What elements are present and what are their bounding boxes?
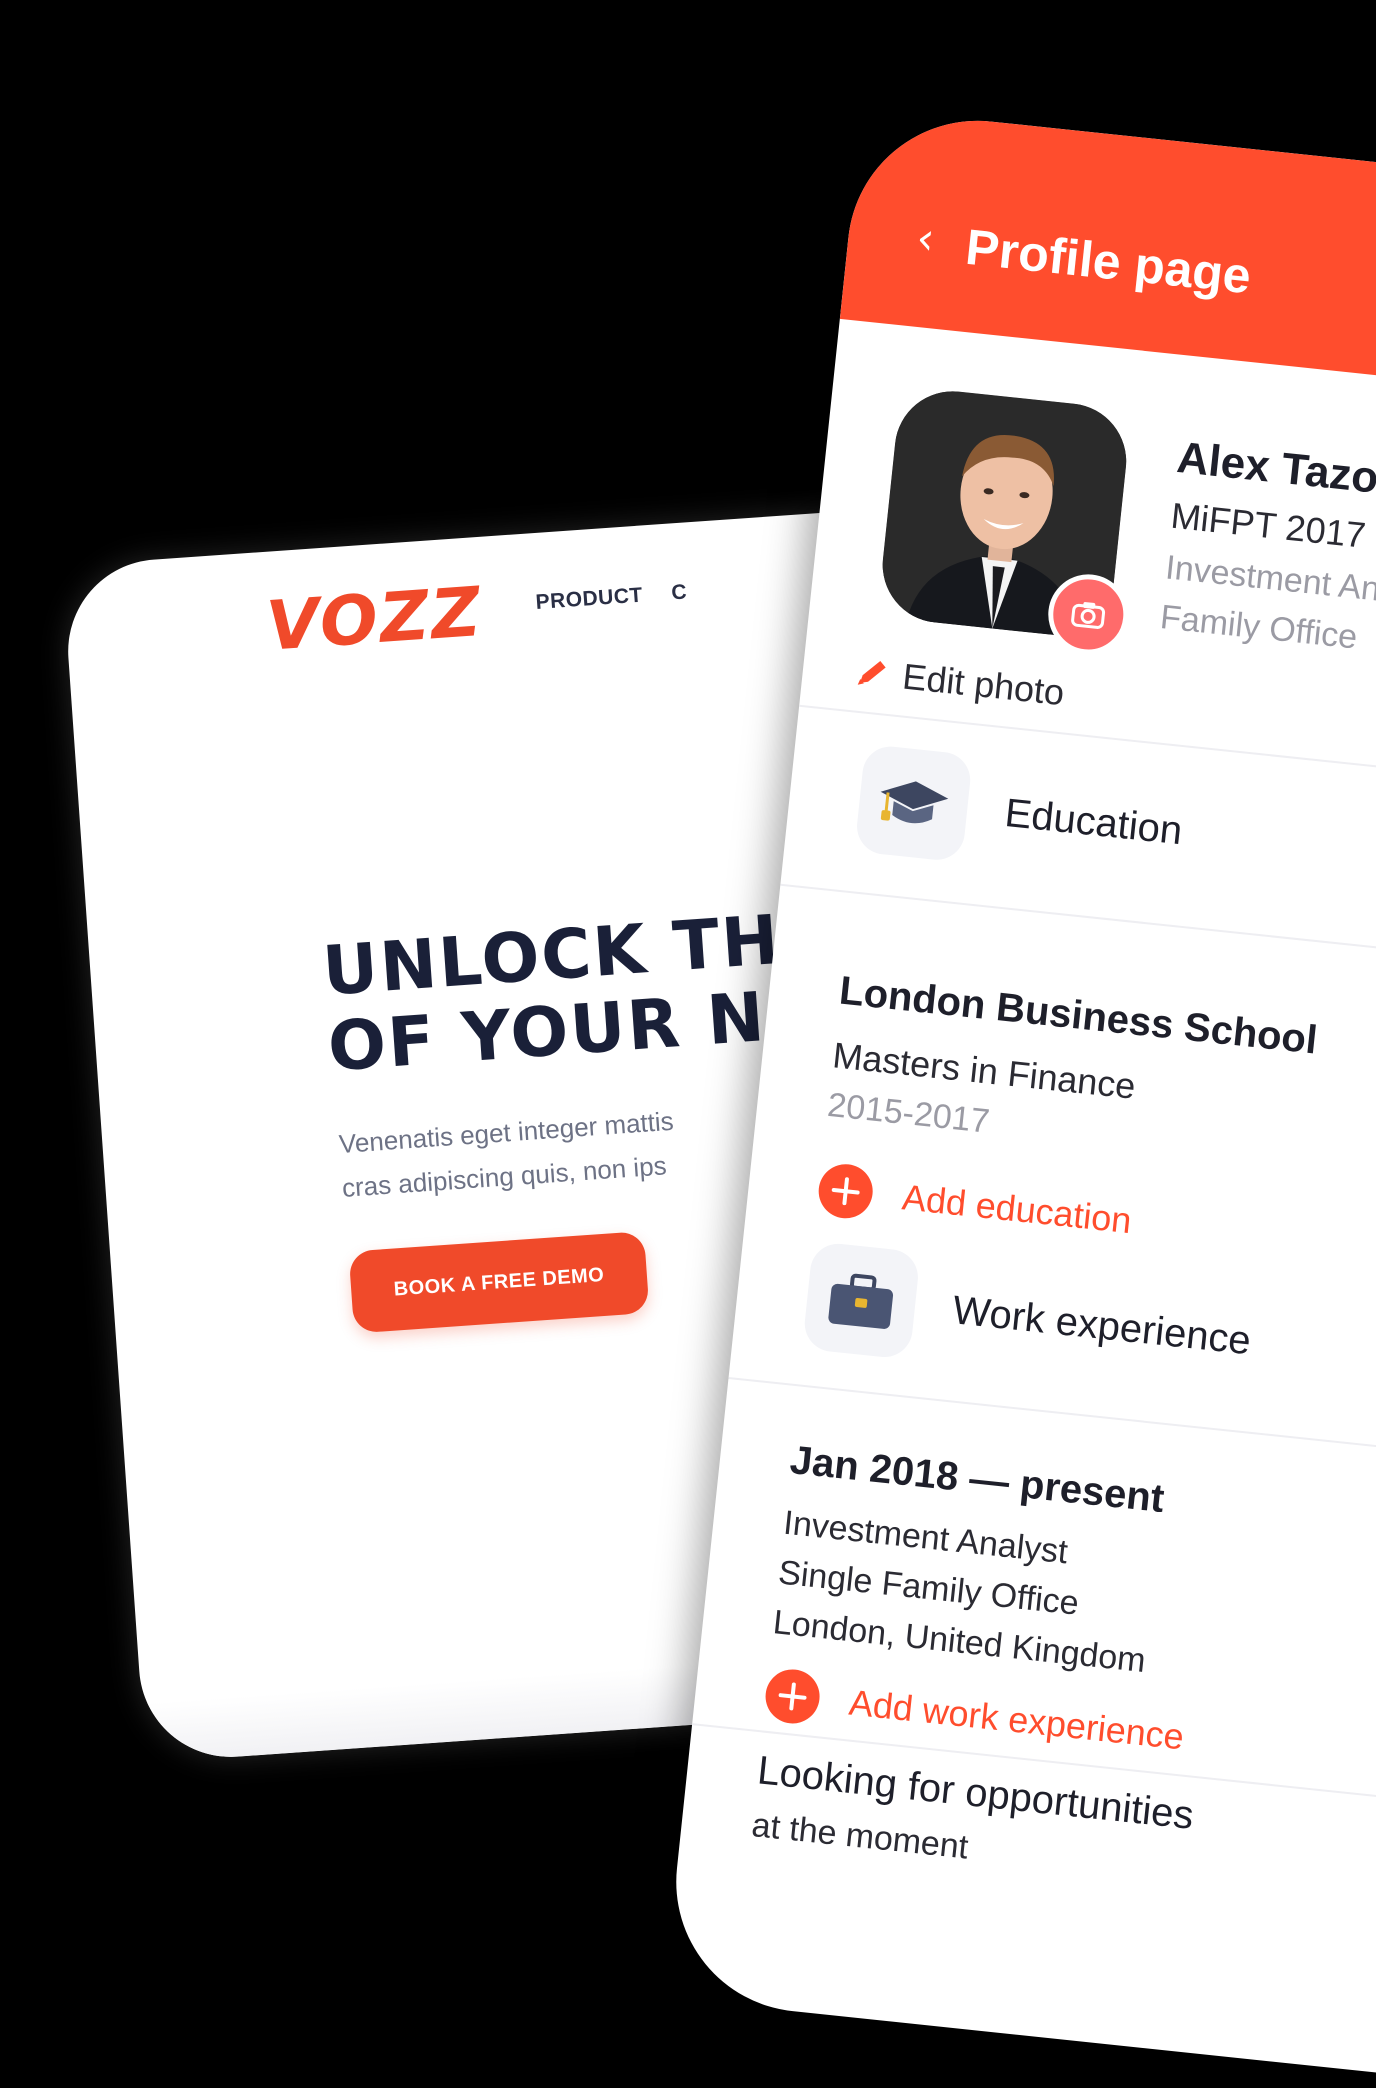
graduation-cap-icon bbox=[854, 743, 973, 863]
nav-product[interactable]: PRODUCT bbox=[535, 584, 644, 615]
education-title: Education bbox=[1002, 790, 1185, 854]
plus-icon bbox=[762, 1666, 823, 1727]
profile-organization: Family Office bbox=[1158, 598, 1360, 657]
profile-header: ‹ Profile page bbox=[839, 108, 1376, 409]
brand-logo[interactable]: VOZZ bbox=[264, 573, 485, 667]
add-education-label: Add education bbox=[900, 1176, 1134, 1242]
job-location: London, United Kingdom bbox=[771, 1603, 1148, 1681]
education-years: 2015-2017 bbox=[825, 1085, 992, 1141]
add-work-experience-label: Add work experience bbox=[847, 1681, 1186, 1758]
looking-for-opportunities-subtitle: at the moment bbox=[749, 1806, 971, 1867]
chevron-left-icon[interactable]: ‹ bbox=[914, 213, 937, 266]
profile-degree: MiFPT 2017 bbox=[1169, 494, 1368, 556]
profile-name: Alex Tazov bbox=[1174, 432, 1376, 506]
add-education-button[interactable]: Add education bbox=[816, 1161, 1134, 1249]
profile-phone-screen: ‹ Profile page Edit photo Alex Tazov MiF… bbox=[663, 108, 1376, 2088]
nav-item-truncated[interactable]: C bbox=[671, 580, 688, 605]
book-demo-button[interactable]: BOOK A FREE DEMO bbox=[348, 1231, 650, 1334]
plus-icon bbox=[816, 1161, 876, 1221]
work-experience-title: Work experience bbox=[950, 1288, 1253, 1364]
pencil-icon bbox=[857, 660, 886, 685]
add-work-experience-button[interactable]: Add work experience bbox=[762, 1666, 1187, 1765]
page-title: Profile page bbox=[963, 218, 1254, 305]
edit-photo-button[interactable]: Edit photo bbox=[853, 650, 1066, 714]
briefcase-icon bbox=[802, 1241, 921, 1360]
divider bbox=[780, 883, 1376, 976]
edit-photo-label: Edit photo bbox=[900, 655, 1067, 714]
